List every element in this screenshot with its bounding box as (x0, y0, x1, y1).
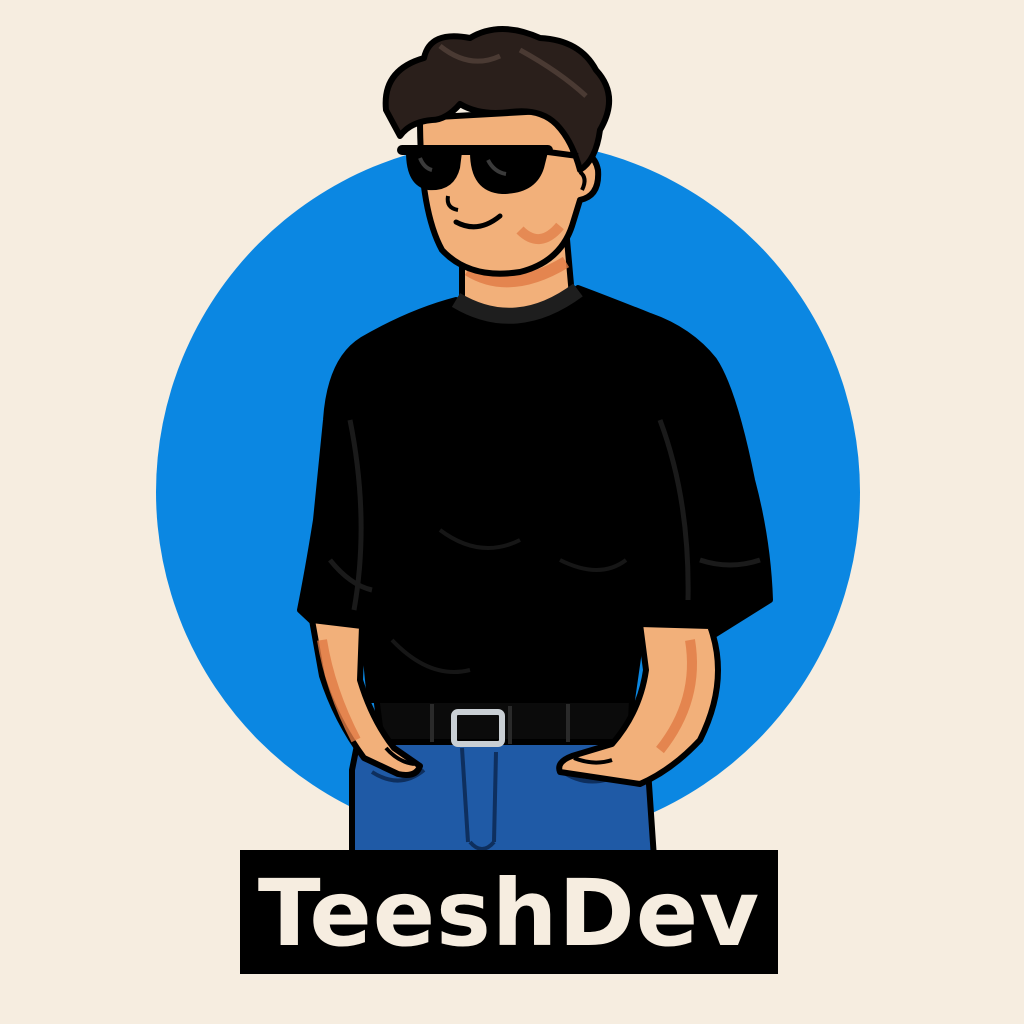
name-badge: TeeshDev (240, 850, 778, 974)
brand-name: TeeshDev (257, 860, 761, 967)
logo-canvas: TeeshDev (0, 0, 1024, 1024)
belt (372, 692, 636, 747)
